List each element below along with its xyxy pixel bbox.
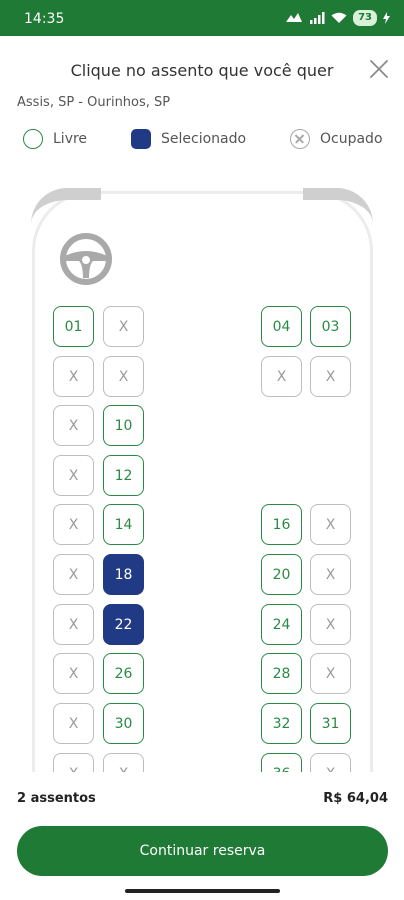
seat-30[interactable]: 30 bbox=[103, 703, 144, 744]
seat-10[interactable]: 10 bbox=[103, 405, 144, 446]
booking-summary: 2 assentos R$ 64,04 bbox=[17, 791, 388, 809]
bus-mirror-left bbox=[31, 188, 101, 224]
charging-icon bbox=[383, 12, 390, 24]
legend-selecionado: Selecionado bbox=[131, 129, 246, 149]
seat-ocupado: X bbox=[310, 504, 351, 545]
status-bar: 14:35 73 bbox=[0, 0, 404, 36]
seat-01[interactable]: 01 bbox=[53, 306, 94, 347]
seat-18[interactable]: 18 bbox=[103, 554, 144, 595]
seat-36[interactable]: 36 bbox=[261, 753, 302, 772]
seat-32[interactable]: 32 bbox=[261, 703, 302, 744]
close-button[interactable] bbox=[368, 58, 390, 80]
bus-mirror-right bbox=[303, 188, 373, 224]
seat-20[interactable]: 20 bbox=[261, 554, 302, 595]
seat-31[interactable]: 31 bbox=[310, 703, 351, 744]
occupied-seat-icon bbox=[290, 129, 310, 149]
seat-ocupado: X bbox=[310, 356, 351, 397]
close-icon bbox=[370, 60, 388, 78]
seat-ocupado: X bbox=[261, 356, 302, 397]
seat-map[interactable]: 01 X 04 03 X X X X X 10 X 12 X 14 16 X X 18 20 X X 22 24 X X 26 28… bbox=[0, 178, 404, 772]
seat-ocupado: X bbox=[53, 455, 94, 496]
seat-ocupado: X bbox=[53, 753, 94, 772]
seat-ocupado: X bbox=[53, 405, 94, 446]
seat-ocupado: X bbox=[53, 356, 94, 397]
total-price: R$ 64,04 bbox=[323, 791, 388, 806]
seat-ocupado: X bbox=[53, 604, 94, 645]
seat-ocupado: X bbox=[310, 604, 351, 645]
seat-24[interactable]: 24 bbox=[261, 604, 302, 645]
steering-wheel-icon bbox=[60, 233, 112, 285]
seat-04[interactable]: 04 bbox=[261, 306, 302, 347]
seat-count: 2 assentos bbox=[17, 791, 96, 806]
status-icons: 73 bbox=[285, 10, 390, 26]
seat-28[interactable]: 28 bbox=[261, 653, 302, 694]
seat-ocupado: X bbox=[53, 554, 94, 595]
seat-03[interactable]: 03 bbox=[310, 306, 351, 347]
seat-ocupado: X bbox=[310, 653, 351, 694]
seat-ocupado: X bbox=[53, 653, 94, 694]
seat-ocupado: X bbox=[103, 753, 144, 772]
seat-12[interactable]: 12 bbox=[103, 455, 144, 496]
status-time: 14:35 bbox=[24, 11, 65, 27]
legend-ocupado-label: Ocupado bbox=[320, 131, 383, 147]
seat-16[interactable]: 16 bbox=[261, 504, 302, 545]
seat-ocupado: X bbox=[53, 703, 94, 744]
legend-ocupado: Ocupado bbox=[290, 129, 383, 149]
seat-ocupado: X bbox=[53, 504, 94, 545]
selected-seat-icon bbox=[131, 129, 151, 149]
seat-ocupado: X bbox=[310, 753, 351, 772]
free-seat-icon bbox=[23, 129, 43, 149]
notification-icon bbox=[286, 13, 303, 22]
seat-ocupado: X bbox=[103, 306, 144, 347]
seat-14[interactable]: 14 bbox=[103, 504, 144, 545]
seat-ocupado: X bbox=[310, 554, 351, 595]
legend-selecionado-label: Selecionado bbox=[161, 131, 247, 147]
legend-livre-label: Livre bbox=[53, 131, 88, 147]
home-indicator[interactable] bbox=[125, 889, 280, 893]
battery-icon: 73 bbox=[353, 10, 377, 26]
seat-22[interactable]: 22 bbox=[103, 604, 144, 645]
signal-icon bbox=[310, 12, 325, 24]
legend-livre: Livre bbox=[23, 129, 87, 149]
seat-26[interactable]: 26 bbox=[103, 653, 144, 694]
page-title: Clique no assento que você quer bbox=[70, 61, 334, 80]
route-text: Assis, SP - Ourinhos, SP bbox=[17, 95, 171, 110]
seat-ocupado: X bbox=[103, 356, 144, 397]
continue-button[interactable]: Continuar reserva bbox=[17, 826, 388, 876]
wifi-icon bbox=[331, 12, 347, 23]
seat-legend: Livre Selecionado Ocupado bbox=[0, 129, 404, 155]
